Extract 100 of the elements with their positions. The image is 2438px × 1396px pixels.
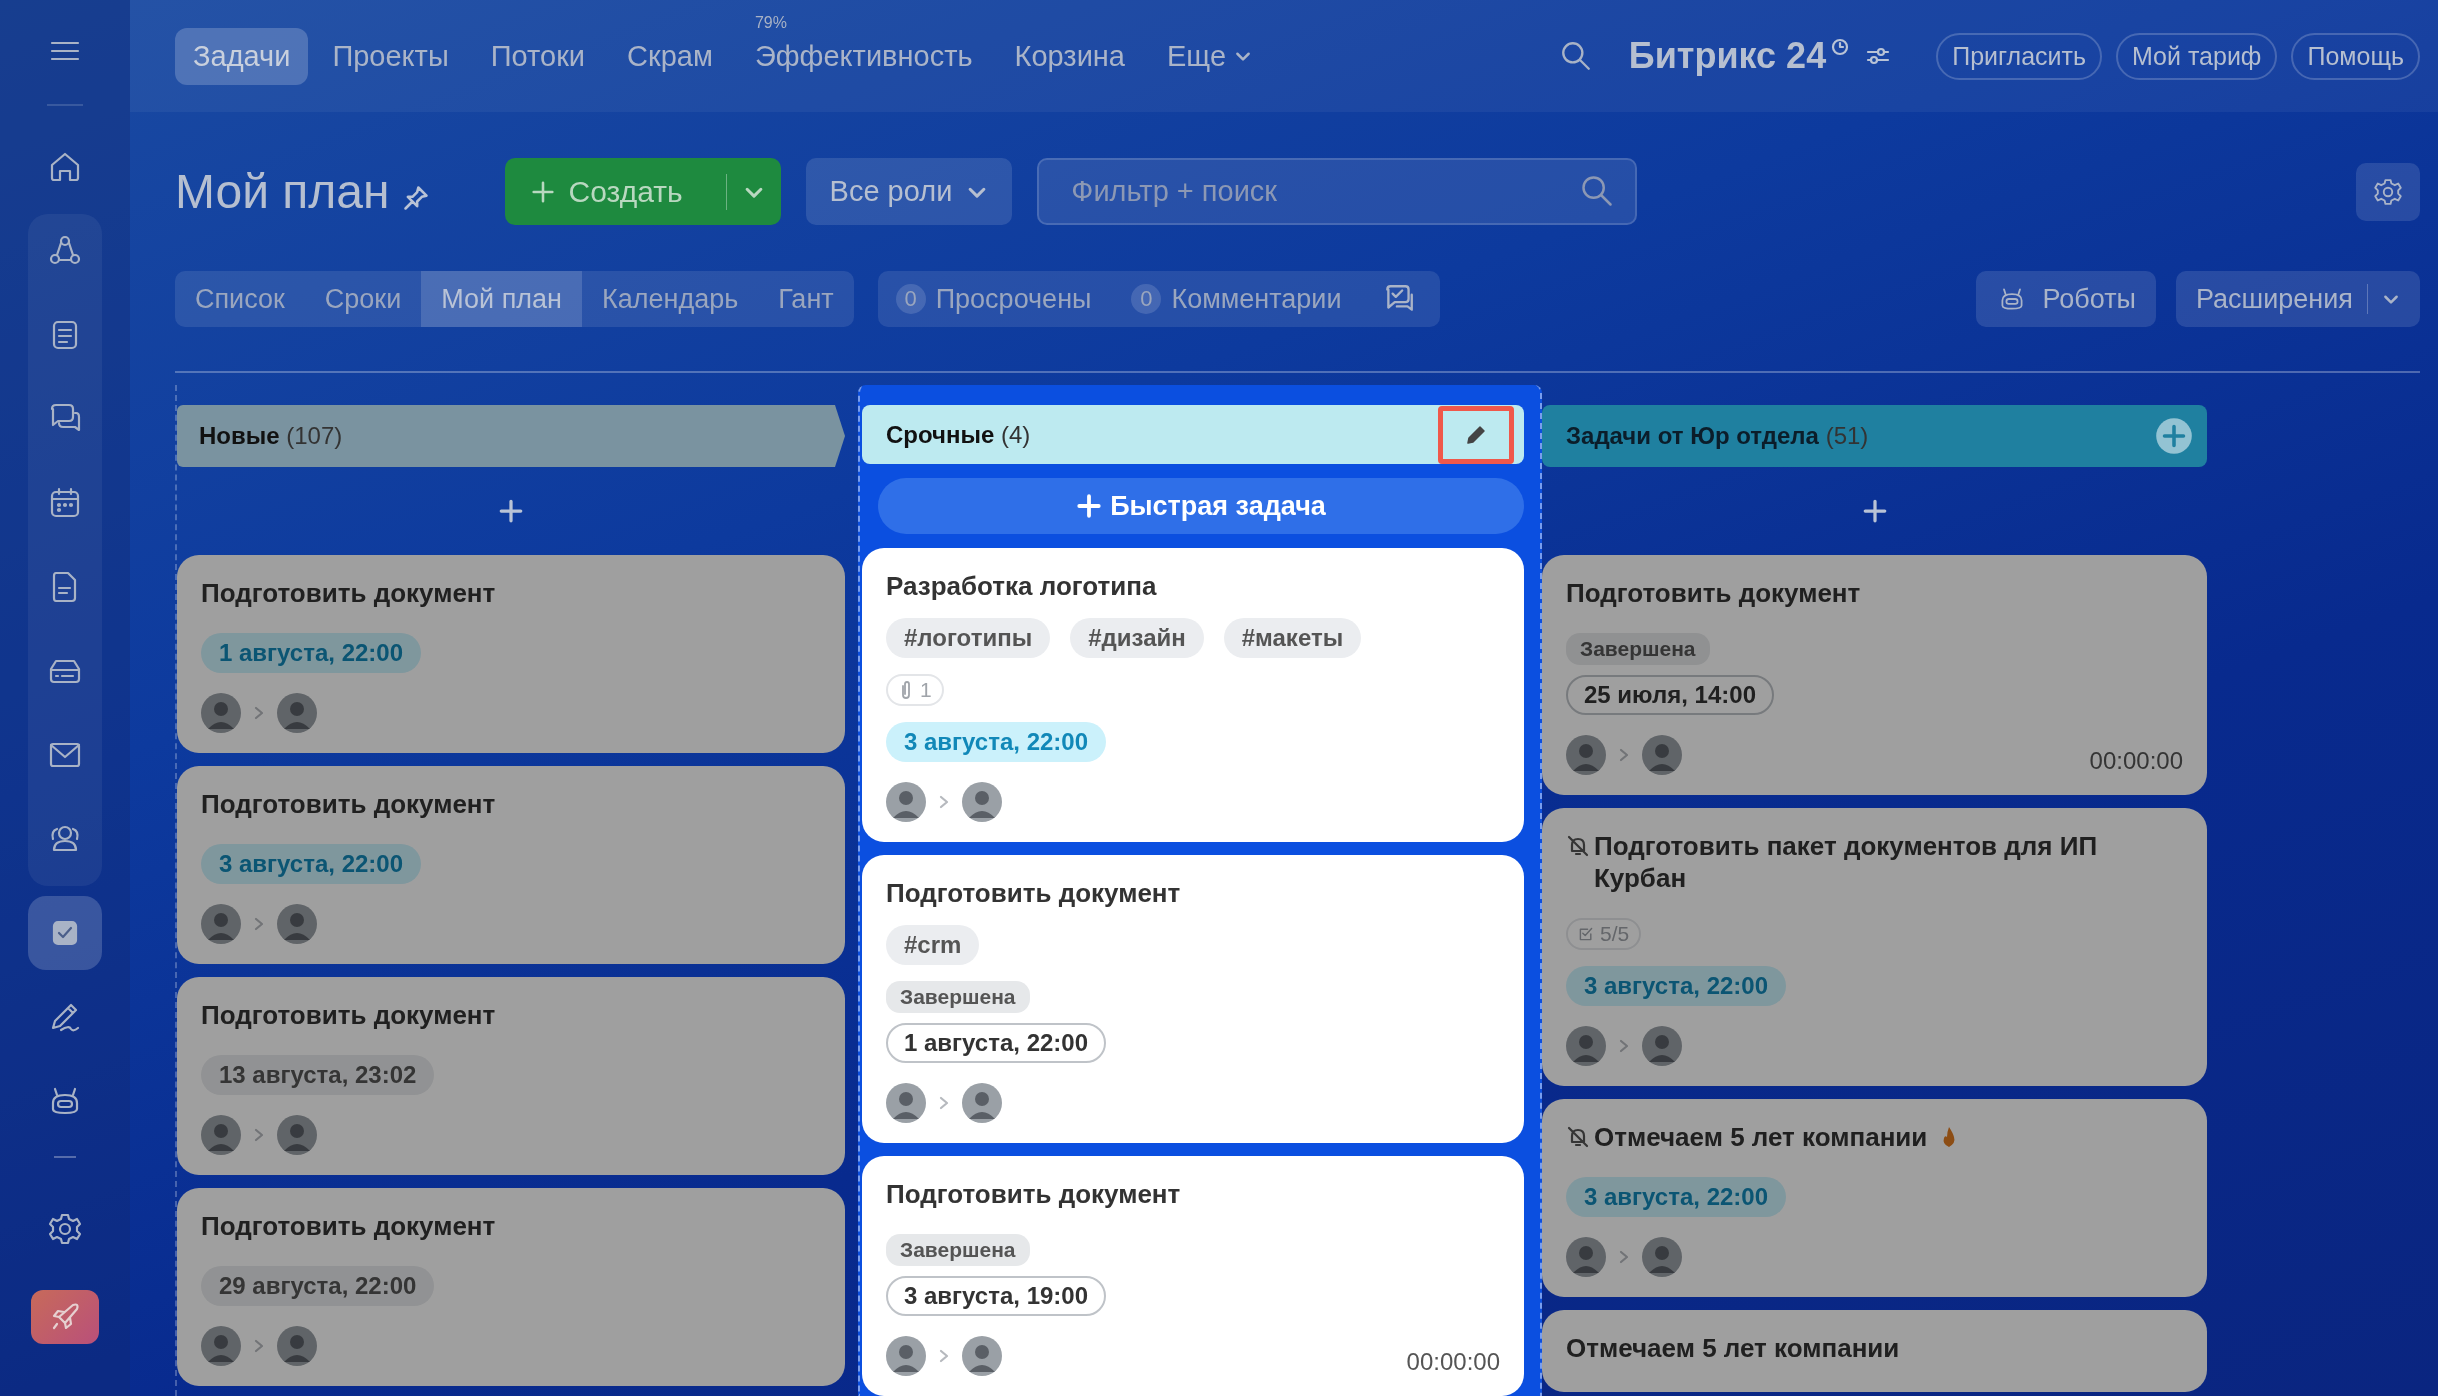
avatar[interactable] [1642, 1237, 1682, 1277]
tag-chip[interactable]: #логотипы [886, 618, 1051, 658]
task-title[interactable]: Отмечаем 5 лет компании [1594, 1121, 1960, 1153]
avatar[interactable] [1642, 1026, 1682, 1066]
muted-bell-icon [1566, 834, 1590, 858]
deadline-chip[interactable]: 3 августа, 22:00 [201, 844, 422, 884]
counter-filter[interactable]: 0 Комментарии [1131, 283, 1342, 315]
create-label[interactable]: Создать [568, 174, 683, 209]
avatar[interactable] [1566, 1237, 1606, 1277]
status-label: Завершена [1566, 633, 1710, 665]
nav-tab[interactable]: Потоки [472, 27, 604, 85]
task-card[interactable]: Подготовить пакет документов для ИП Курбан 5/5 3 августа, 22:00 [1542, 808, 2207, 1086]
sidebar-item[interactable] [28, 896, 102, 970]
avatar[interactable] [886, 1336, 926, 1376]
avatar[interactable] [277, 1326, 317, 1366]
avatar[interactable] [201, 904, 241, 944]
task-title[interactable]: Подготовить документ [201, 788, 496, 820]
avatar[interactable] [1566, 735, 1606, 775]
task-card[interactable]: Отмечаем 5 лет компании [1542, 1310, 2207, 1392]
header-button[interactable]: Пригласить [1936, 32, 2102, 80]
task-card[interactable]: Подготовить документ 29 августа, 22:00 [177, 1188, 845, 1386]
status-label: Завершена [886, 981, 1030, 1013]
deadline-chip[interactable]: 3 августа, 22:00 [886, 722, 1107, 762]
deadline-chip[interactable]: 1 августа, 22:00 [886, 1023, 1107, 1063]
column-title: Задачи от Юр отдела (51) [1566, 422, 1869, 450]
avatar[interactable] [886, 1083, 926, 1123]
task-title[interactable]: Подготовить пакет документов для ИП Курбан [1594, 830, 2126, 894]
task-title[interactable]: Подготовить документ [1566, 577, 1861, 609]
header-button[interactable]: Мой тариф [2116, 32, 2278, 80]
status-label: Завершена [886, 1234, 1030, 1266]
task-title[interactable]: Подготовить документ [886, 1178, 1181, 1210]
deadline-chip[interactable]: 3 августа, 22:00 [1566, 1177, 1787, 1217]
nav-tab[interactable]: Скрам [609, 27, 731, 85]
view-tab[interactable]: Сроки [304, 271, 422, 327]
task-card[interactable]: Подготовить документ 13 августа, 23:02 [177, 977, 845, 1175]
quick-task-button[interactable]: Быстрая задача [878, 478, 1524, 534]
muted-bell-icon [1566, 1125, 1590, 1149]
robots-button[interactable]: Роботы [1976, 271, 2156, 327]
attachment-count: 1 [886, 674, 944, 706]
nav-tab[interactable]: Проекты [314, 27, 467, 85]
avatar[interactable] [962, 1336, 1002, 1376]
add-task-icon[interactable] [1861, 498, 1888, 524]
chevron-icon [253, 1127, 265, 1143]
pin-icon[interactable] [401, 183, 430, 212]
deadline-chip[interactable]: 1 августа, 22:00 [201, 633, 422, 673]
view-tab[interactable]: Гант [758, 271, 854, 327]
roles-dropdown[interactable]: Все роли [805, 158, 1013, 225]
chevron-icon [938, 1095, 950, 1111]
task-title[interactable]: Подготовить документ [886, 877, 1181, 909]
deadline-chip[interactable]: 25 июля, 14:00 [1566, 675, 1774, 715]
brand-logo[interactable]: Битрикс 24 [1628, 35, 1827, 77]
settings-button[interactable] [2356, 162, 2420, 221]
view-tab[interactable]: Мой план [421, 271, 582, 327]
add-task-icon[interactable] [498, 498, 524, 524]
avatar[interactable] [277, 693, 317, 733]
task-title[interactable]: Подготовить документ [201, 1210, 496, 1242]
avatar[interactable] [886, 782, 926, 822]
avatar[interactable] [962, 782, 1002, 822]
create-button[interactable]: Создать [504, 158, 781, 225]
task-card[interactable]: Подготовить документ 1 августа, 22:00 [177, 555, 845, 753]
task-title[interactable]: Разработка логотипа [886, 570, 1157, 602]
task-card[interactable]: Подготовить документ 3 августа, 22:00 [177, 766, 845, 964]
sidebar-item[interactable] [31, 1290, 99, 1344]
nav-tab[interactable]: Задачи [175, 27, 309, 85]
chevron-icon [253, 1338, 265, 1354]
task-title[interactable]: Подготовить документ [201, 999, 496, 1031]
tag-chip[interactable]: #crm [886, 925, 980, 965]
time-tracker: 00:00:00 [2089, 747, 2183, 775]
edit-column-button[interactable] [1438, 405, 1514, 464]
deadline-chip[interactable]: 29 августа, 22:00 [201, 1266, 435, 1306]
task-title[interactable]: Отмечаем 5 лет компании [1566, 1332, 1900, 1364]
avatar[interactable] [201, 1115, 241, 1155]
deadline-chip[interactable]: 3 августа, 19:00 [886, 1276, 1107, 1316]
extensions-button[interactable]: Расширения [2175, 271, 2420, 327]
deadline-chip[interactable]: 13 августа, 23:02 [201, 1055, 435, 1095]
view-tab[interactable]: Календарь [582, 271, 759, 327]
header-button[interactable]: Помощь [2291, 32, 2420, 80]
task-card[interactable]: Отмечаем 5 лет компании 3 августа, 22:00 [1542, 1099, 2207, 1297]
avatar[interactable] [962, 1083, 1002, 1123]
chevron-icon [1618, 1038, 1630, 1054]
avatar[interactable] [201, 1326, 241, 1366]
nav-tab[interactable]: Корзина [996, 27, 1143, 85]
avatar[interactable] [1566, 1026, 1606, 1066]
task-title[interactable]: Подготовить документ [201, 577, 496, 609]
task-card[interactable]: Подготовить документ #crm Завершена 1 августа, 22:00 [862, 855, 1524, 1143]
avatar[interactable] [201, 693, 241, 733]
avatar[interactable] [277, 1115, 317, 1155]
view-tab[interactable]: Список [175, 271, 305, 327]
checklist-count: 5/5 [1566, 918, 1642, 950]
tag-chip[interactable]: #дизайн [1070, 618, 1204, 658]
tag-chip[interactable]: #макеты [1223, 618, 1362, 658]
avatar[interactable] [277, 904, 317, 944]
nav-tab[interactable]: Еще [1149, 27, 1270, 85]
avatar[interactable] [1642, 735, 1682, 775]
deadline-chip[interactable]: 3 августа, 22:00 [1566, 966, 1787, 1006]
task-card[interactable]: Подготовить документ Завершена 3 августа, 19:00 00:00:00 [862, 1156, 1524, 1396]
task-card[interactable]: Подготовить документ Завершена 25 июля, 14:00 00:00:00 [1542, 555, 2207, 795]
counter-filter[interactable]: 0 Просрочены [895, 283, 1092, 315]
task-card[interactable]: Разработка логотипа #логотипы #дизайн #макеты 1 3 августа, 22:00 [862, 548, 1524, 842]
time-tracker: 00:00:00 [1406, 1348, 1500, 1376]
